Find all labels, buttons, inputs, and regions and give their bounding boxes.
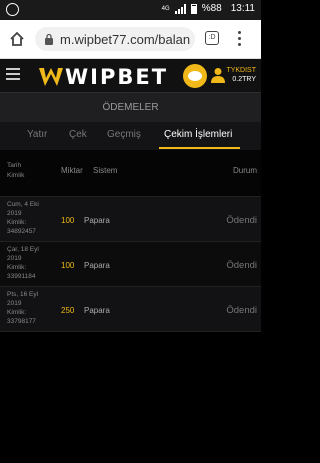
url-text: m.wipbet77.com/balan: [60, 32, 191, 47]
site-logo[interactable]: WIPBET: [38, 64, 168, 90]
status-bar: 4G %88 13:11: [0, 0, 261, 20]
site-header: WIPBET TYKDIST 0.2TRY: [0, 59, 261, 92]
row-id: 33798177: [7, 318, 36, 325]
browser-toolbar: m.wipbet77.com/balan :D: [0, 20, 261, 59]
row-date: Çar, 18 Eyl 2019 Kimlik: 33991184: [7, 245, 52, 283]
row-id-label: Kimlik:: [7, 219, 27, 226]
section-title: ÖDEMELER: [0, 92, 261, 124]
battery-icon: [190, 3, 197, 14]
lock-icon: [45, 33, 53, 45]
header-date: Tarih: [7, 162, 22, 169]
whatsapp-icon: [6, 3, 19, 16]
url-bar[interactable]: m.wipbet77.com/balan: [35, 27, 195, 51]
row-system: Papara: [84, 216, 110, 225]
row-status: Ödendi: [226, 215, 257, 226]
header-id: Kimlik: [7, 172, 25, 179]
tab-cekim-islemleri[interactable]: Çekim İşlemleri: [164, 129, 232, 140]
table-row: Pts, 16 Eyl 2019 Kimlik: 33798177 250 Pa…: [0, 287, 261, 332]
battery-level: %88: [201, 3, 222, 14]
tab-yatir[interactable]: Yatır: [27, 129, 47, 140]
row-date-text: Çar, 18 Eyl 2019: [7, 246, 39, 262]
active-tab-indicator: [159, 147, 240, 149]
tab-switcher-button[interactable]: :D: [205, 31, 219, 45]
balance: 0.2TRY: [232, 76, 256, 83]
clock: 13:11: [230, 3, 255, 14]
row-id-label: Kimlik:: [7, 264, 27, 271]
row-date-text: Cum, 4 Eki 2019: [7, 201, 39, 217]
status-icons: 4G %88 13:11: [162, 3, 255, 14]
row-system: Papara: [84, 306, 110, 315]
table-row: Cum, 4 Eki 2019 Kimlik: 34892457 100 Pap…: [0, 197, 261, 242]
row-status: Ödendi: [226, 305, 257, 316]
tab-bar: Yatır Çek Geçmiş Çekim İşlemleri: [0, 122, 261, 150]
table-row: Çar, 18 Eyl 2019 Kimlik: 33991184 100 Pa…: [0, 242, 261, 287]
row-status: Ödendi: [226, 260, 257, 271]
logo-mark-icon: [39, 68, 63, 86]
row-date: Cum, 4 Eki 2019 Kimlik: 34892457: [7, 200, 52, 238]
username: TYKDIST: [226, 67, 256, 74]
row-date: Pts, 16 Eyl 2019 Kimlik: 33798177: [7, 290, 52, 328]
row-id: 33991184: [7, 273, 36, 280]
hamburger-menu-icon[interactable]: [6, 68, 20, 80]
header-system: Sistem: [93, 166, 118, 175]
row-amount: 100: [61, 216, 75, 225]
row-system: Papara: [84, 261, 110, 270]
row-date-text: Pts, 16 Eyl 2019: [7, 291, 39, 307]
row-id-label: Kimlik:: [7, 309, 27, 316]
signal-icon: [174, 3, 186, 14]
header-amount: Miktar: [61, 166, 83, 175]
browser-menu-icon[interactable]: [238, 31, 242, 47]
user-icon[interactable]: [211, 67, 225, 83]
table-header: Tarih Kimlik Miktar Sistem Durum: [0, 150, 261, 197]
tab-cek[interactable]: Çek: [69, 129, 87, 140]
row-amount: 100: [61, 261, 75, 270]
header-status: Durum: [232, 166, 257, 175]
logo-text: WIPBET: [65, 65, 169, 89]
row-amount: 250: [61, 306, 75, 315]
home-icon[interactable]: [8, 30, 26, 48]
tab-gecmis[interactable]: Geçmiş: [107, 129, 141, 140]
chat-icon[interactable]: [183, 64, 207, 88]
row-id: 34892457: [7, 228, 36, 235]
network-label: 4G: [161, 5, 170, 12]
